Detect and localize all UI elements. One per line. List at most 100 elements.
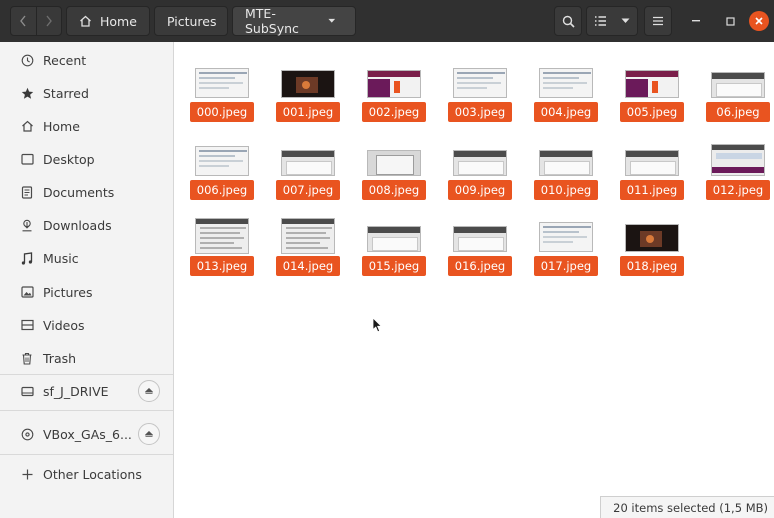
document-icon <box>20 185 34 199</box>
search-button[interactable] <box>554 6 582 36</box>
sidebar-item-other-locations[interactable]: Other Locations <box>0 458 174 490</box>
file-item[interactable]: 015.jpeg <box>362 216 426 280</box>
sidebar-item-label: Music <box>43 250 79 266</box>
file-name-label: 012.jpeg <box>706 180 770 200</box>
sidebar-item-trash[interactable]: Trash <box>0 342 174 374</box>
maximize-button[interactable] <box>720 11 740 31</box>
sidebar-item-label: Trash <box>43 350 77 366</box>
sidebar-item-label: Recent <box>43 52 87 68</box>
file-name-label: 013.jpeg <box>190 256 254 276</box>
path-pictures-label: Pictures <box>167 13 217 29</box>
drive-icon <box>20 384 34 398</box>
file-item[interactable]: 018.jpeg <box>620 216 684 280</box>
image-thumbnail <box>539 150 593 176</box>
sidebar-item-recent[interactable]: Recent <box>0 44 174 76</box>
image-thumbnail <box>367 226 421 252</box>
eject-icon <box>145 430 153 437</box>
view-options-button[interactable] <box>586 6 638 36</box>
file-name-label: 005.jpeg <box>620 102 684 122</box>
chevron-left-icon <box>20 15 26 27</box>
sidebar-item-pictures[interactable]: Pictures <box>0 276 174 308</box>
path-current-folder-button[interactable]: MTE-SubSync <box>232 6 356 36</box>
navigation-buttons <box>10 6 62 36</box>
file-item[interactable]: 012.jpeg <box>706 140 770 204</box>
file-item[interactable]: 007.jpeg <box>276 140 340 204</box>
back-button[interactable] <box>11 7 36 35</box>
sidebar-item-documents[interactable]: Documents <box>0 176 174 208</box>
file-item[interactable]: 009.jpeg <box>448 140 512 204</box>
image-thumbnail <box>453 150 507 176</box>
file-grid: 000.jpeg 001.jpeg 002.jpeg 003.jpeg 004.jpeg… <box>175 42 774 518</box>
sidebar-item-videos[interactable]: Videos <box>0 309 174 341</box>
file-item[interactable]: 003.jpeg <box>448 62 512 126</box>
sidebar-item-drive[interactable]: sf_J_DRIVE <box>0 375 174 407</box>
sidebar-item-label: Desktop <box>43 151 95 167</box>
sidebar-item-desktop[interactable]: Desktop <box>0 143 174 175</box>
close-icon <box>755 17 763 25</box>
file-item[interactable]: 001.jpeg <box>276 62 340 126</box>
sidebar-item-vbox-disc[interactable]: VBox_GAs_6... <box>0 418 174 450</box>
music-icon <box>20 251 34 265</box>
sidebar-item-label: Home <box>43 118 80 134</box>
selection-status: 20 items selected (1,5 MB) <box>613 500 768 515</box>
file-name-label: 001.jpeg <box>276 102 340 122</box>
sidebar-divider <box>0 410 173 411</box>
eject-button[interactable] <box>138 380 160 402</box>
file-name-label: 004.jpeg <box>534 102 598 122</box>
file-name-label: 003.jpeg <box>448 102 512 122</box>
file-item[interactable]: 016.jpeg <box>448 216 512 280</box>
home-icon <box>20 119 34 133</box>
minimize-button[interactable] <box>686 11 706 31</box>
image-thumbnail <box>367 150 421 176</box>
path-home-button[interactable]: Home <box>66 6 150 36</box>
close-button[interactable] <box>749 11 769 31</box>
sidebar-item-starred[interactable]: Starred <box>0 77 174 109</box>
picture-icon <box>20 285 34 299</box>
hamburger-menu-icon <box>653 16 663 26</box>
download-icon <box>20 218 34 232</box>
image-thumbnail <box>625 70 679 98</box>
list-view-icon <box>595 16 606 26</box>
sidebar-item-label: Documents <box>43 184 115 200</box>
sidebar-item-label: Videos <box>43 317 85 333</box>
desktop-icon <box>20 152 34 166</box>
file-item[interactable]: 06.jpeg <box>706 62 770 126</box>
forward-button[interactable] <box>35 7 62 35</box>
file-name-label: 009.jpeg <box>448 180 512 200</box>
image-thumbnail <box>711 144 765 176</box>
file-name-label: 014.jpeg <box>276 256 340 276</box>
file-item[interactable]: 014.jpeg <box>276 216 340 280</box>
home-icon <box>80 15 91 27</box>
file-item[interactable]: 013.jpeg <box>190 216 254 280</box>
file-name-label: 016.jpeg <box>448 256 512 276</box>
sidebar-item-label: VBox_GAs_6... <box>43 426 132 442</box>
menu-button[interactable] <box>644 6 672 36</box>
file-item[interactable]: 004.jpeg <box>534 62 598 126</box>
search-icon <box>562 15 575 28</box>
file-item[interactable]: 006.jpeg <box>190 140 254 204</box>
chevron-right-icon <box>46 15 52 27</box>
path-pictures-button[interactable]: Pictures <box>154 6 228 36</box>
sidebar-item-music[interactable]: Music <box>0 242 174 274</box>
chevron-down-icon <box>327 18 335 23</box>
sidebar-item-label: Starred <box>43 85 89 101</box>
file-item[interactable]: 005.jpeg <box>620 62 684 126</box>
sidebar-item-label: sf_J_DRIVE <box>43 383 109 399</box>
file-item[interactable]: 011.jpeg <box>620 140 684 204</box>
file-item[interactable]: 002.jpeg <box>362 62 426 126</box>
star-icon <box>20 86 34 100</box>
image-thumbnail <box>367 70 421 98</box>
file-item[interactable]: 000.jpeg <box>190 62 254 126</box>
file-item[interactable]: 008.jpeg <box>362 140 426 204</box>
header-bar: Home Pictures MTE-SubSync <box>0 0 774 42</box>
sidebar-item-downloads[interactable]: Downloads <box>0 209 174 241</box>
file-item[interactable]: 010.jpeg <box>534 140 598 204</box>
sidebar-item-home[interactable]: Home <box>0 110 174 142</box>
image-thumbnail <box>625 150 679 176</box>
file-item[interactable]: 017.jpeg <box>534 216 598 280</box>
video-icon <box>20 318 34 332</box>
eject-button[interactable] <box>138 423 160 445</box>
file-name-label: 011.jpeg <box>620 180 684 200</box>
image-thumbnail <box>281 218 335 254</box>
chevron-down-icon <box>621 18 630 23</box>
